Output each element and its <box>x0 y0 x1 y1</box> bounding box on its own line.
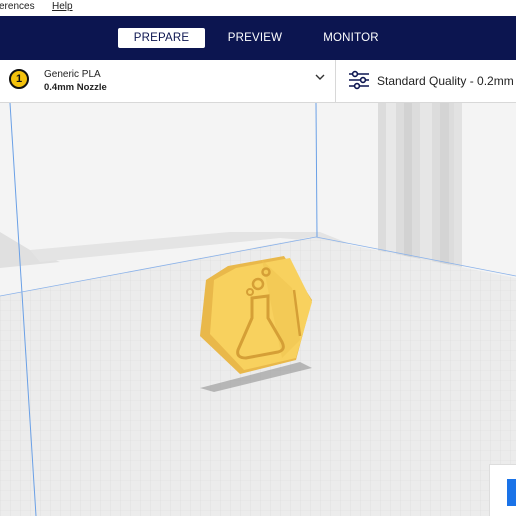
3d-viewport[interactable] <box>0 103 516 516</box>
settings-sliders-icon <box>349 70 369 90</box>
toolbar-divider <box>335 60 336 102</box>
chevron-down-icon[interactable] <box>313 70 327 84</box>
quality-label: Standard Quality - 0.2mm <box>377 74 514 88</box>
tab-preview[interactable]: PREVIEW <box>218 28 292 48</box>
menu-preferences[interactable]: erences <box>0 1 35 12</box>
tab-prepare[interactable]: PREPARE <box>118 28 205 48</box>
material-label: Generic PLA <box>44 69 101 80</box>
print-setup-toolbar: 1 Generic PLA 0.4mm Nozzle Standard Qual… <box>0 60 516 103</box>
menu-bar: erences Help <box>0 0 516 16</box>
stage-bar: PREPARE PREVIEW MONITOR <box>0 16 516 60</box>
extruder-badge-icon: 1 <box>9 69 29 89</box>
tab-monitor[interactable]: MONITOR <box>314 28 388 48</box>
nozzle-label: 0.4mm Nozzle <box>44 82 107 93</box>
action-button[interactable] <box>507 479 516 506</box>
menu-help[interactable]: Help <box>52 1 73 12</box>
extruder-number: 1 <box>15 73 23 85</box>
